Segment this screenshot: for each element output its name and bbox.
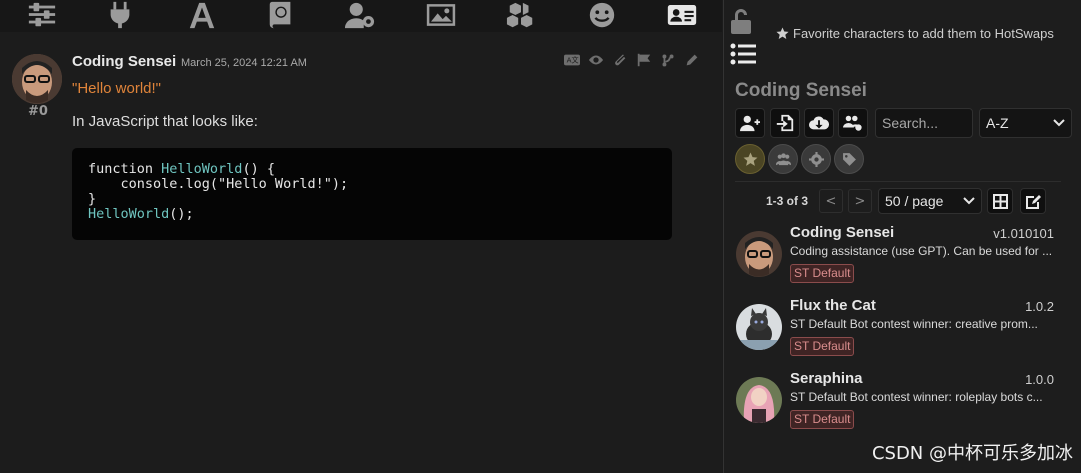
smile-icon[interactable] — [583, 0, 621, 30]
cloud-download-icon — [809, 116, 829, 130]
page-size-select[interactable]: 50 / page — [878, 188, 982, 214]
address-card-icon[interactable] — [663, 0, 701, 30]
character-version: 1.0.0 — [1025, 372, 1054, 387]
sort-select-value: A-Z — [986, 115, 1009, 131]
watermark: CSDN @中杯可乐多加冰 — [871, 443, 1073, 464]
message-author: Coding Sensei — [72, 53, 177, 70]
star-icon — [743, 152, 757, 166]
character-tag[interactable]: ST Default — [790, 337, 855, 356]
chevron-down-icon — [1053, 119, 1065, 127]
sliders-icon[interactable] — [23, 0, 61, 30]
character-tag[interactable]: ST Default — [790, 410, 855, 429]
character-avatar — [736, 231, 782, 277]
code-line: HelloWorld(); — [88, 207, 656, 222]
code-text: console.log("Hello World!"); — [88, 176, 349, 192]
pagination-count: 1-3 of 3 — [766, 194, 809, 208]
plug-icon[interactable] — [101, 0, 139, 30]
edit-icon — [1025, 194, 1041, 209]
top-nav — [0, 0, 722, 32]
character-name: Coding Sensei — [790, 224, 895, 241]
next-page-button[interactable]: > — [848, 189, 872, 213]
character-description: Coding assistance (use GPT). Can be used… — [790, 244, 1053, 258]
message-toolbar: A文 — [562, 52, 702, 68]
flag-icon[interactable] — [634, 52, 654, 68]
code-line: } — [88, 192, 656, 207]
character-card[interactable]: Seraphina 1.0.0 ST Default Bot contest w… — [734, 370, 1069, 440]
chat-area: #0 Coding Sensei March 25, 2024 12:21 AM… — [0, 32, 722, 473]
font-icon[interactable] — [183, 0, 221, 30]
svg-text:A文: A文 — [567, 56, 579, 65]
message-timestamp: March 25, 2024 12:21 AM — [181, 57, 307, 69]
cubes-icon[interactable] — [502, 0, 540, 30]
message-index: #0 — [28, 104, 48, 119]
user-gear-icon[interactable] — [341, 0, 379, 30]
character-tag[interactable]: ST Default — [790, 264, 855, 283]
chevron-down-icon — [963, 197, 975, 205]
tags-icon — [842, 152, 856, 166]
users-icon — [775, 152, 791, 165]
code-text: } — [88, 191, 97, 207]
page-size-value: 50 / page — [885, 193, 944, 209]
eye-icon[interactable] — [586, 52, 606, 68]
character-name: Flux the Cat — [790, 297, 876, 314]
code-text: function — [88, 161, 162, 177]
users-gear-icon — [843, 115, 862, 131]
sort-select[interactable]: A-Z — [979, 108, 1072, 138]
bulk-edit-button[interactable] — [1020, 188, 1046, 214]
code-function-name: HelloWorld — [88, 206, 170, 222]
character-panel: Favorite characters to add them to HotSw… — [723, 0, 1081, 473]
prev-page-button[interactable]: < — [819, 189, 843, 213]
file-import-icon — [776, 114, 794, 132]
favorites-filter-button[interactable] — [735, 144, 765, 174]
message-quote: "Hello world!" — [72, 80, 162, 97]
character-version: v1.010101 — [993, 226, 1054, 241]
book-atlas-icon[interactable] — [262, 0, 300, 30]
code-text: (); — [169, 206, 194, 222]
character-version: 1.0.2 — [1025, 299, 1054, 314]
code-line: function HelloWorld() { — [88, 162, 656, 177]
download-button[interactable] — [804, 108, 834, 138]
image-icon[interactable] — [422, 0, 460, 30]
pencil-icon[interactable] — [682, 52, 702, 68]
character-search-input[interactable] — [875, 108, 973, 138]
code-block: function HelloWorld() { console.log("Hel… — [72, 148, 672, 240]
character-avatar — [736, 304, 782, 350]
character-card[interactable]: Coding Sensei v1.010101 Coding assistanc… — [734, 224, 1069, 294]
character-avatar — [736, 377, 782, 423]
message-text: In JavaScript that looks like: — [72, 113, 258, 130]
create-character-button[interactable] — [735, 108, 765, 138]
character-description: ST Default Bot contest winner: roleplay … — [790, 390, 1043, 404]
divider — [735, 181, 1061, 182]
gear-icon — [808, 151, 824, 167]
list-icon[interactable] — [730, 42, 756, 66]
settings-filter-button[interactable] — [801, 144, 831, 174]
character-card[interactable]: Flux the Cat 1.0.2 ST Default Bot contes… — [734, 297, 1069, 367]
favorites-hint: Favorite characters to add them to HotSw… — [776, 26, 1054, 41]
code-function-name: HelloWorld — [161, 161, 243, 177]
character-description: ST Default Bot contest winner: creative … — [790, 317, 1038, 331]
import-character-button[interactable] — [770, 108, 800, 138]
user-plus-icon — [740, 115, 760, 132]
translate-icon[interactable]: A文 — [562, 52, 582, 68]
favorites-hint-text: Favorite characters to add them to HotSw… — [793, 26, 1054, 41]
grid-icon — [992, 193, 1008, 209]
branch-icon[interactable] — [658, 52, 678, 68]
unlock-icon[interactable] — [730, 8, 752, 34]
tags-filter-button[interactable] — [834, 144, 864, 174]
panel-title: Coding Sensei — [735, 80, 867, 101]
paperclip-icon[interactable] — [610, 52, 630, 68]
group-manager-button[interactable] — [838, 108, 868, 138]
code-text: () { — [242, 161, 275, 177]
groups-filter-button[interactable] — [768, 144, 798, 174]
message-avatar[interactable] — [12, 54, 62, 104]
grid-view-button[interactable] — [987, 188, 1013, 214]
character-name: Seraphina — [790, 370, 863, 387]
star-icon — [776, 27, 789, 39]
code-line: console.log("Hello World!"); — [88, 177, 656, 192]
